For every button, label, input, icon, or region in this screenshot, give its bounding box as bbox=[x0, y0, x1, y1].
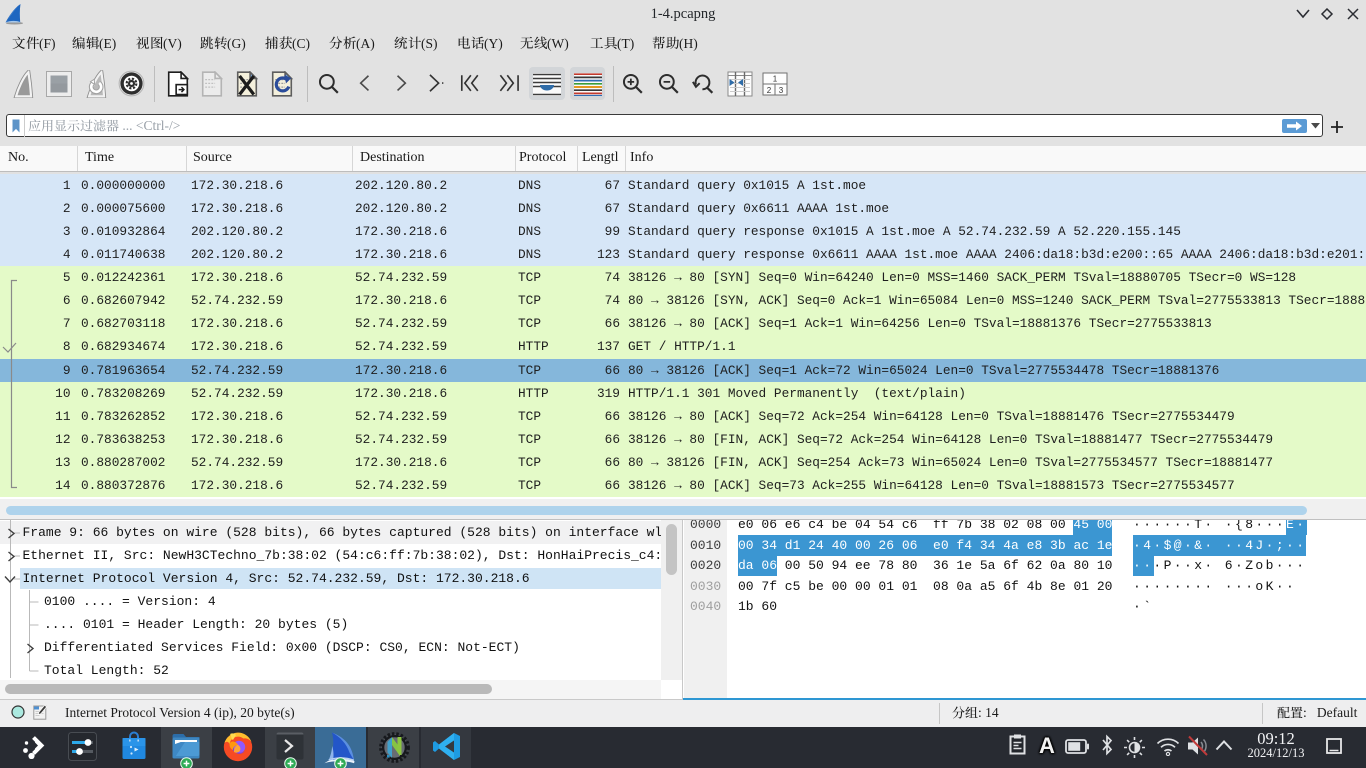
svg-text:2: 2 bbox=[767, 86, 772, 95]
svg-text:1: 1 bbox=[773, 75, 778, 84]
svg-text:3: 3 bbox=[779, 86, 784, 95]
